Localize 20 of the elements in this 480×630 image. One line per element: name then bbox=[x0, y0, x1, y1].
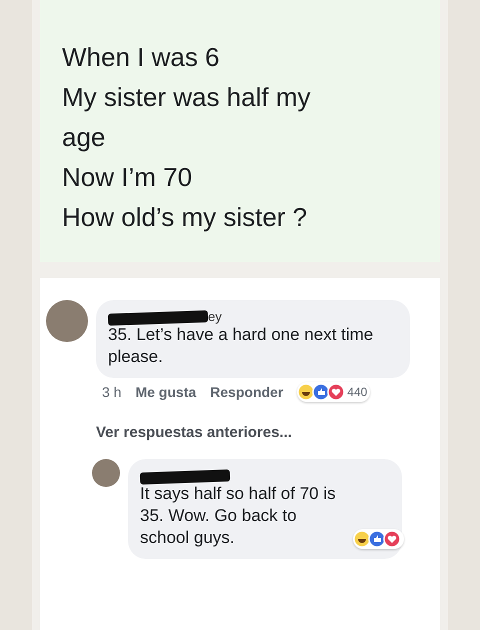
avatar[interactable] bbox=[46, 300, 88, 342]
post-text: How old’s my sister ? bbox=[62, 201, 308, 234]
like-link[interactable]: Me gusta bbox=[135, 384, 196, 400]
reply-link[interactable]: Responder bbox=[210, 384, 284, 400]
thumbs-up-icon bbox=[312, 383, 330, 401]
post-text: When I was 6 bbox=[62, 41, 221, 74]
commenter-name[interactable]: ey bbox=[208, 309, 222, 324]
comment-text: It says half so half of 70 is 35. Wow. Go back to school guys. bbox=[140, 483, 337, 549]
avatar[interactable] bbox=[92, 459, 120, 487]
reactions-summary[interactable] bbox=[353, 529, 404, 549]
laughing-emoji-icon bbox=[297, 383, 316, 401]
post-text: Now I’m 70 bbox=[62, 161, 194, 194]
comment-time: 3 h bbox=[102, 384, 122, 400]
reactions-summary[interactable]: 440 bbox=[297, 382, 370, 402]
comment-text: 35. Let’s have a hard one next time please. bbox=[108, 324, 374, 368]
post-text: age bbox=[62, 121, 106, 154]
more-replies-link[interactable]: Ver respuestas anteriores... bbox=[96, 424, 430, 441]
thumbs-up-icon bbox=[368, 530, 386, 548]
laughing-emoji-icon bbox=[353, 530, 371, 548]
post-text: My sister was half my bbox=[62, 81, 312, 114]
